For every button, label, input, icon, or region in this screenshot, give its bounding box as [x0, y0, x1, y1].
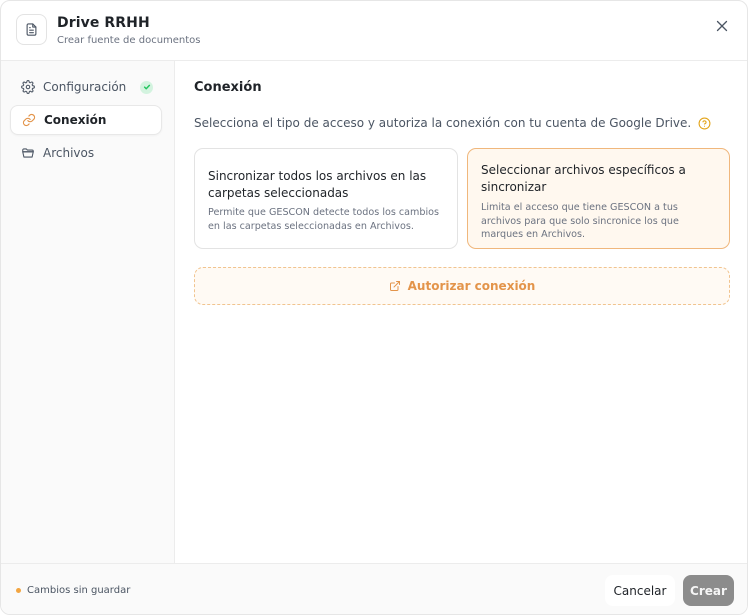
- dialog-footer: Cambios sin guardar Cancelar Crear: [1, 563, 747, 614]
- unsaved-indicator: Cambios sin guardar: [16, 585, 130, 596]
- option-title: Seleccionar archivos específicos a sincr…: [481, 163, 686, 194]
- dialog-subtitle: Crear fuente de documentos: [57, 35, 201, 46]
- section-description: Selecciona el tipo de acceso y autoriza …: [194, 116, 711, 130]
- option-description: Limita el acceso que tiene GESCON a tus …: [481, 202, 679, 240]
- sidebar-item-label: Conexión: [44, 113, 107, 127]
- create-button[interactable]: Crear: [683, 575, 734, 606]
- main-content: Conexión Selecciona el tipo de acceso y …: [175, 61, 747, 563]
- authorize-connection-button[interactable]: Autorizar conexión: [194, 267, 730, 305]
- sidebar-item-conexion[interactable]: Conexión: [10, 105, 162, 135]
- close-button[interactable]: [715, 19, 729, 33]
- link-icon: [22, 113, 36, 127]
- gear-icon: [21, 80, 35, 94]
- option-title: Sincronizar todos los archivos en las ca…: [208, 169, 427, 200]
- sidebar: Configuración Conexión Archivos: [1, 61, 175, 563]
- option-description: Permite que GESCON detecte todos los cam…: [208, 207, 440, 232]
- cancel-button[interactable]: Cancelar: [605, 575, 675, 606]
- dialog-title: Drive RRHH: [57, 15, 150, 31]
- sidebar-item-configuracion[interactable]: Configuración: [10, 72, 162, 102]
- option-sync-all-folders[interactable]: Sincronizar todos los archivos en las ca…: [194, 148, 458, 249]
- unsaved-dot-icon: [16, 588, 21, 593]
- option-select-specific-files[interactable]: Seleccionar archivos específicos a sincr…: [467, 148, 730, 249]
- close-icon: [716, 20, 728, 32]
- sidebar-item-label: Configuración: [43, 80, 127, 94]
- sidebar-item-archivos[interactable]: Archivos: [10, 138, 162, 168]
- authorize-label: Autorizar conexión: [407, 279, 536, 293]
- folder-icon: [21, 146, 35, 160]
- create-source-dialog: Drive RRHH Crear fuente de documentos Co…: [0, 0, 748, 615]
- section-title: Conexión: [194, 80, 262, 95]
- unsaved-label: Cambios sin guardar: [27, 585, 131, 596]
- check-icon: [140, 80, 154, 94]
- external-link-icon: [389, 280, 401, 292]
- document-icon: [16, 14, 47, 45]
- sidebar-item-label: Archivos: [43, 146, 95, 160]
- help-icon[interactable]: [698, 117, 711, 130]
- description-text: Selecciona el tipo de acceso y autoriza …: [194, 116, 692, 130]
- dialog-header: Drive RRHH Crear fuente de documentos: [1, 1, 747, 61]
